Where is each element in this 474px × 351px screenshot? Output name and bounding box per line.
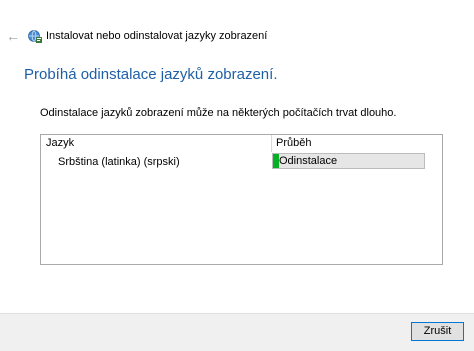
- column-header-progress[interactable]: Průběh: [276, 135, 311, 152]
- progress-status-text: Odinstalace: [279, 155, 338, 167]
- uninstall-progress-bar: Odinstalace: [272, 153, 425, 169]
- page-heading: Probíhá odinstalace jazyků zobrazení.: [24, 66, 278, 83]
- column-header-language[interactable]: Jazyk: [46, 135, 74, 152]
- row-language-name: Srbština (latinka) (srpski): [58, 156, 180, 168]
- language-table: Jazyk Průběh Srbština (latinka) (srpski)…: [40, 134, 443, 265]
- cancel-button[interactable]: Zrušit: [411, 322, 464, 341]
- column-divider: [271, 135, 272, 152]
- title-bar: ← Instalovat nebo odinstalovat jazyky zo…: [0, 0, 474, 66]
- globe-language-icon: [28, 30, 42, 43]
- arrow-left-icon[interactable]: ←: [4, 27, 22, 45]
- footer-bar: [0, 313, 474, 351]
- intro-text: Odinstalace jazyků zobrazení může na něk…: [40, 107, 397, 119]
- window-title: Instalovat nebo odinstalovat jazyky zobr…: [46, 30, 268, 42]
